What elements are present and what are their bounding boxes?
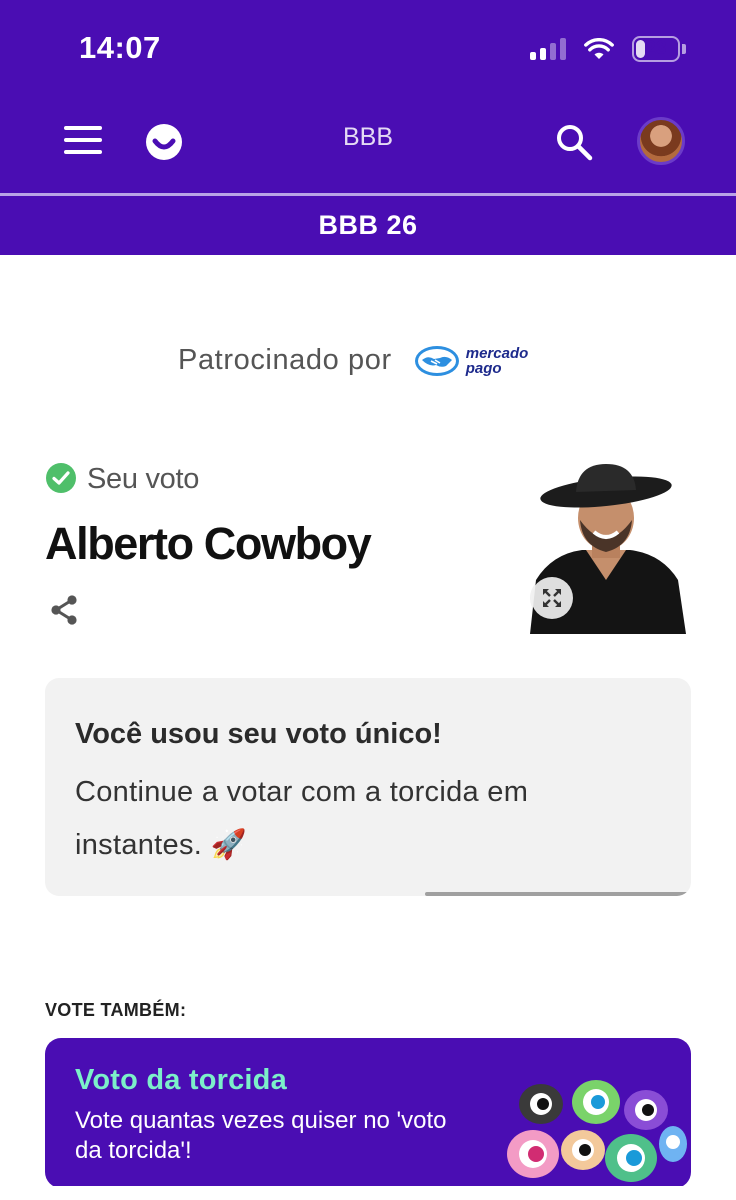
voto-torcida-card[interactable]: Voto da torcida Vote quantas vezes quise… [45, 1038, 691, 1188]
section-title: BBB 26 [318, 210, 418, 240]
avatar[interactable] [637, 117, 685, 165]
info-card-text: Continue a votar com a torcida em instan… [75, 776, 529, 861]
voto-torcida-text: Vote quantas vezes quiser no 'voto da to… [75, 1107, 447, 1164]
status-icons: 23 [530, 36, 686, 62]
search-icon[interactable] [554, 122, 594, 162]
countdown-progress [425, 892, 691, 896]
sponsor-label: Patrocinado por [178, 344, 392, 376]
logo-text-mercado: mercado [465, 344, 529, 362]
mercado-pago-logo: mercado pago [414, 344, 529, 377]
signal-icon [530, 38, 566, 60]
battery-level: 23 [645, 38, 667, 59]
bottom-edge [0, 1186, 736, 1200]
bbb-eyes-illustration [507, 1080, 687, 1182]
expand-icon[interactable] [531, 577, 573, 619]
header-title: BBB [342, 123, 394, 151]
candidate-name: Alberto Cowboy [45, 518, 372, 569]
vote-status-label: Seu voto [87, 463, 200, 495]
handshake-icon [414, 345, 459, 376]
status-time: 14:07 [79, 30, 161, 65]
check-circle-icon [46, 463, 76, 493]
battery-icon: 23 [632, 36, 680, 62]
logo-text-pago: pago [465, 359, 502, 377]
sponsor: Patrocinado por mercado pago [178, 344, 528, 377]
battery-tip [682, 44, 686, 54]
also-vote-label: VOTE TAMBÉM: [45, 1000, 187, 1020]
battery-fill [636, 40, 645, 58]
share-icon[interactable] [48, 594, 80, 626]
section-bar: BBB 26 [0, 196, 736, 255]
top-bar: 14:07 23 BBB [0, 0, 736, 196]
vote-info-card: Você usou seu voto único! Continue a vot… [45, 678, 691, 896]
info-card-title: Você usou seu voto único! [75, 718, 442, 750]
wifi-icon [584, 38, 614, 59]
voto-torcida-title: Voto da torcida [75, 1064, 287, 1096]
